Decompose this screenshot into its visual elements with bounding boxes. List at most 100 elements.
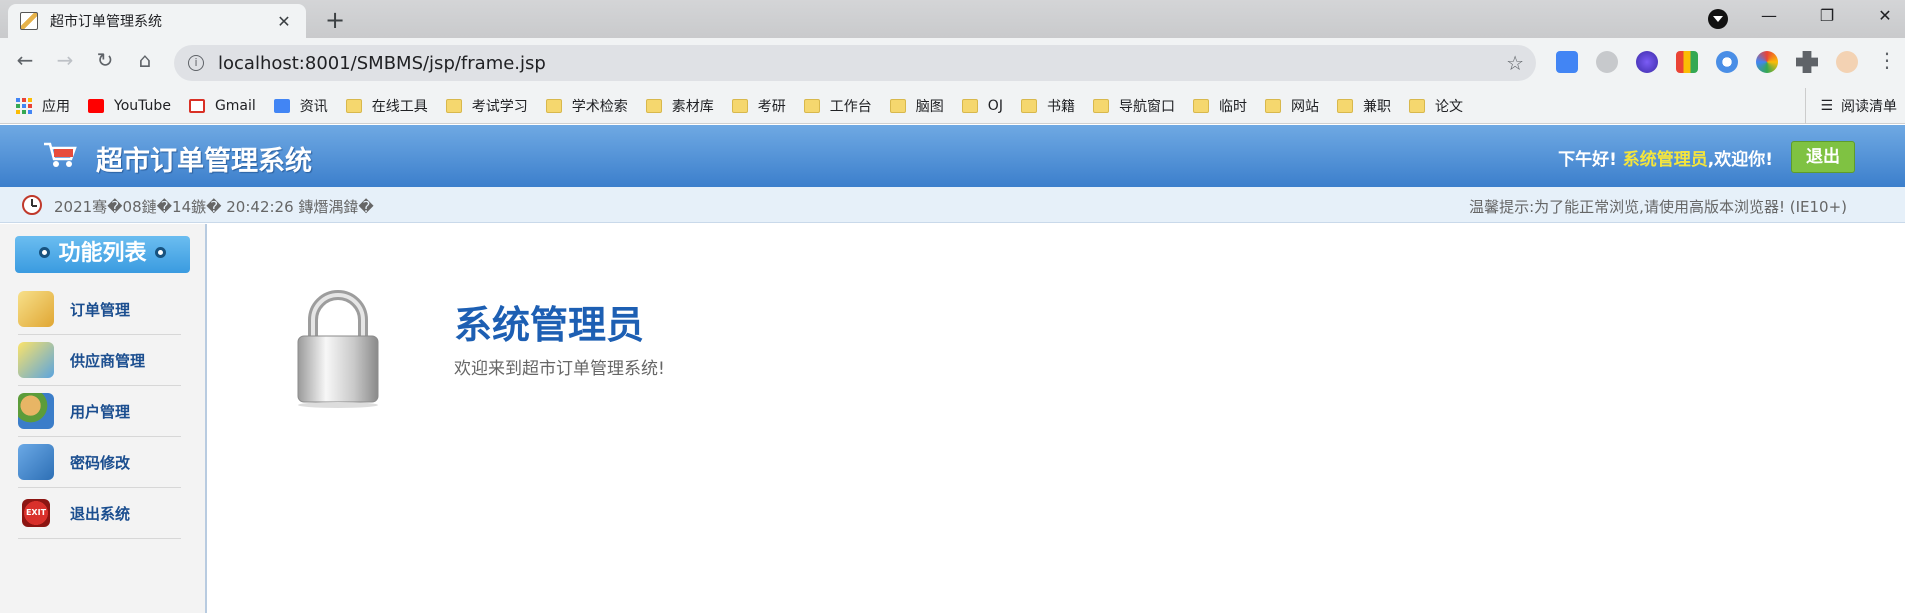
home-button[interactable]: ⌂ [130, 48, 160, 72]
forward-button[interactable]: → [50, 48, 80, 72]
browser-tab-bar: 超市订单管理系统 ✕ + — ❐ ✕ [0, 0, 1905, 38]
minimize-button[interactable]: — [1754, 6, 1784, 25]
status-bar: 2021骞�08鏈�14鏃� 20:42:26 鏄熸湡鍏� 温馨提示:为了能正常… [0, 187, 1905, 223]
bookmark-folder[interactable]: 兼职 [1336, 96, 1391, 116]
url-text: localhost:8001/SMBMS/jsp/frame.jsp [218, 52, 546, 74]
folder-icon [1336, 98, 1353, 113]
color-grid-extension-icon[interactable] [1676, 51, 1698, 73]
tab-close-icon[interactable]: ✕ [274, 12, 294, 31]
bookmark-apps[interactable]: 应用 [16, 96, 70, 116]
bookmark-gmail[interactable]: Gmail [188, 98, 256, 114]
address-bar[interactable]: i localhost:8001/SMBMS/jsp/frame.jsp ☆ [174, 45, 1536, 81]
chrome-extension-icon[interactable] [1756, 51, 1778, 73]
current-datetime: 2021骞�08鏈�14鏃� 20:42:26 鏄熸湡鍏� [54, 198, 374, 216]
cloud-extension-icon[interactable] [1596, 51, 1618, 73]
bookmark-folder[interactable]: 临时 [1192, 96, 1247, 116]
folder-icon [731, 98, 748, 113]
browser-toolbar: ← → ↻ ⌂ i localhost:8001/SMBMS/jsp/frame… [0, 38, 1905, 88]
folder-icon [545, 98, 562, 113]
sidebar: 功能列表 订单管理 供应商管理 用户管理 密码修改 EXIT 退出系统 [0, 224, 207, 613]
youtube-icon [88, 98, 104, 113]
sidebar-item-label[interactable]: 密码修改 [70, 452, 130, 473]
apps-grid-icon [16, 97, 32, 114]
bookmark-folder[interactable]: 考试学习 [445, 96, 528, 116]
sidebar-item-order[interactable]: 订单管理 [18, 284, 181, 335]
bullet-icon [154, 246, 166, 258]
sidebar-item-label[interactable]: 退出系统 [70, 503, 130, 524]
main-content: 系统管理员 欢迎来到超市订单管理系统! [209, 224, 1905, 613]
sidebar-item-users[interactable]: 用户管理 [18, 386, 181, 437]
window-close-button[interactable]: ✕ [1870, 6, 1900, 25]
user-greeting: 下午好! 系统管理员,欢迎你! [1558, 145, 1773, 170]
bookmark-folder[interactable]: 在线工具 [345, 96, 428, 116]
browser-menu-icon[interactable]: ⋮ [1872, 48, 1902, 72]
bookmark-star-icon[interactable]: ☆ [1506, 51, 1524, 75]
sidebar-item-password[interactable]: 密码修改 [18, 437, 181, 488]
puzzle-extensions-icon[interactable] [1796, 51, 1818, 73]
password-icon [18, 444, 54, 480]
bookmark-news[interactable]: 资讯 [273, 96, 328, 116]
folder-icon [345, 98, 362, 113]
current-username: 系统管理员 [1622, 150, 1708, 170]
page-title: 系统管理员 [454, 303, 645, 347]
reading-list-icon: ☰ [1820, 98, 1833, 114]
bookmark-folder[interactable]: 导航窗口 [1092, 96, 1175, 116]
back-button[interactable]: ← [10, 48, 40, 72]
bookmark-folder[interactable]: 素材库 [645, 96, 714, 116]
bookmark-folder[interactable]: 网站 [1264, 96, 1319, 116]
folder-icon [889, 98, 906, 113]
padlock-icon [297, 290, 379, 408]
bookmark-folder[interactable]: 工作台 [803, 96, 872, 116]
bookmark-folder[interactable]: 脑图 [889, 96, 944, 116]
news-icon [273, 98, 290, 113]
folder-icon [445, 98, 462, 113]
supplier-icon [18, 342, 54, 378]
bookmark-folder[interactable]: 论文 [1408, 96, 1463, 116]
reading-list-button[interactable]: ☰ 阅读清单 [1805, 88, 1897, 124]
welcome-message: 欢迎来到超市订单管理系统! [454, 359, 665, 379]
sidebar-item-supplier[interactable]: 供应商管理 [18, 335, 181, 386]
browser-tip: 温馨提示:为了能正常浏览,请使用高版本浏览器! (IE10+) [1469, 198, 1847, 216]
logout-button[interactable]: 退出 [1791, 141, 1855, 173]
bookmark-folder[interactable]: 考研 [731, 96, 786, 116]
snowflake-extension-icon[interactable] [1716, 51, 1738, 73]
clock-icon [22, 195, 42, 215]
browser-tab[interactable]: 超市订单管理系统 ✕ [8, 4, 306, 38]
greeting-suffix: ,欢迎你! [1707, 150, 1773, 170]
folder-icon [803, 98, 820, 113]
new-tab-button[interactable]: + [322, 6, 348, 34]
reload-button[interactable]: ↻ [90, 48, 120, 72]
folder-icon [1192, 98, 1209, 113]
site-info-icon[interactable]: i [188, 55, 204, 71]
purple-extension-icon[interactable] [1636, 51, 1658, 73]
folder-icon [645, 98, 662, 113]
bookmark-folder[interactable]: 学术检索 [545, 96, 628, 116]
translate-extension-icon[interactable] [1556, 51, 1578, 73]
app-title: 超市订单管理系统 [96, 146, 312, 177]
sidebar-item-exit[interactable]: EXIT 退出系统 [18, 488, 181, 539]
bookmark-folder[interactable]: OJ [961, 98, 1003, 114]
shopping-cart-icon [44, 142, 77, 167]
order-icon [18, 291, 54, 327]
sidebar-item-label[interactable]: 供应商管理 [70, 350, 145, 371]
greeting-prefix: 下午好! [1558, 150, 1617, 170]
tab-search-icon[interactable] [1708, 9, 1728, 29]
sidebar-item-label[interactable]: 订单管理 [70, 299, 130, 320]
folder-icon [1092, 98, 1109, 113]
function-list-header: 功能列表 [15, 236, 190, 273]
users-icon [18, 393, 54, 429]
bullet-icon [39, 246, 51, 258]
profile-avatar-icon[interactable] [1836, 51, 1858, 73]
restore-button[interactable]: ❐ [1812, 6, 1842, 25]
bookmark-youtube[interactable]: YouTube [88, 98, 171, 114]
sidebar-item-label[interactable]: 用户管理 [70, 401, 130, 422]
tab-title: 超市订单管理系统 [50, 14, 162, 30]
function-menu: 订单管理 供应商管理 用户管理 密码修改 EXIT 退出系统 [18, 284, 181, 539]
app-header: 超市订单管理系统 下午好! 系统管理员,欢迎你! 退出 [0, 125, 1905, 187]
folder-icon [1264, 98, 1281, 113]
folder-icon [1020, 98, 1037, 113]
gmail-icon [188, 98, 205, 113]
exit-icon: EXIT [22, 499, 50, 527]
bookmark-folder[interactable]: 书籍 [1020, 96, 1075, 116]
folder-icon [1408, 98, 1425, 113]
